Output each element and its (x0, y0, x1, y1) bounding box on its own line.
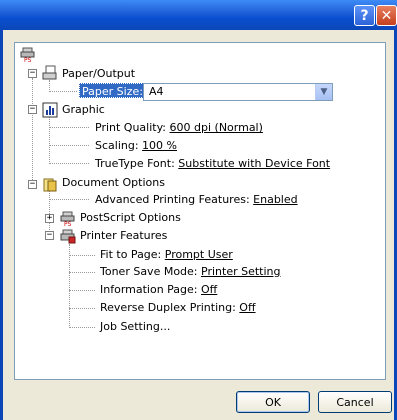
print-quality-label: Print Quality: (95, 121, 170, 134)
collapse-paper-output-toggle[interactable]: − (28, 69, 37, 78)
toner-save-item[interactable]: Toner Save Mode: Printer Setting (100, 264, 281, 280)
document-options-icon (42, 177, 58, 193)
paper-size-value: A4 (149, 85, 164, 98)
toner-save-label: Toner Save Mode: (100, 265, 202, 278)
fit-to-page-value[interactable]: Prompt User (165, 248, 233, 261)
information-page-label: Information Page: (100, 283, 202, 296)
print-quality-item[interactable]: Print Quality: 600 dpi (Normal) (95, 120, 263, 136)
expand-postscript-options-toggle[interactable]: + (45, 214, 54, 223)
tree-line-feat-h1 (69, 255, 95, 256)
printer-features-icon (60, 228, 76, 244)
paper-output-label[interactable]: Paper/Output (62, 66, 135, 82)
postscript-options-icon: PS (60, 210, 76, 228)
toner-save-value[interactable]: Printer Setting (201, 265, 280, 278)
reverse-duplex-item[interactable]: Reverse Duplex Printing: Off (100, 300, 256, 316)
advanced-printing-label: Advanced Printing Features: (95, 193, 254, 206)
tree-line-main (32, 78, 33, 184)
truetype-font-value[interactable]: Substitute with Device Font (178, 157, 330, 170)
tree-line-graphic-h1 (49, 127, 89, 128)
truetype-font-label: TrueType Font: (95, 157, 179, 170)
scaling-label: Scaling: (95, 139, 143, 152)
paper-size-dropdown[interactable]: A4 ▼ (143, 83, 333, 101)
postscript-printer-icon: PS (20, 46, 36, 64)
information-page-value[interactable]: Off (201, 283, 217, 296)
scaling-item[interactable]: Scaling: 100 % (95, 138, 177, 154)
tree-line-features (69, 244, 70, 328)
tree-line-graphic-h2 (49, 145, 89, 146)
tree-line-feat-h2 (69, 272, 95, 273)
tree-line-docopts-h (49, 199, 89, 200)
title-bar: ? ✕ (0, 0, 397, 30)
truetype-font-item[interactable]: TrueType Font: Substitute with Device Fo… (95, 156, 330, 172)
postscript-options-label[interactable]: PostScript Options (80, 210, 181, 226)
collapse-document-options-toggle[interactable]: − (28, 180, 37, 189)
svg-text:PS: PS (64, 221, 72, 226)
scaling-value[interactable]: 100 % (142, 139, 177, 152)
reverse-duplex-value[interactable]: Off (239, 301, 255, 314)
fit-to-page-item[interactable]: Fit to Page: Prompt User (100, 247, 233, 263)
printer-features-label[interactable]: Printer Features (80, 228, 167, 244)
help-button[interactable]: ? (354, 5, 375, 26)
collapse-printer-features-toggle[interactable]: − (45, 231, 54, 240)
close-button[interactable]: ✕ (376, 5, 397, 26)
tree-line-feat-h3 (69, 290, 95, 291)
paper-size-label[interactable]: Paper Size: (79, 83, 146, 98)
graphic-icon (42, 102, 58, 118)
tree-line-graphic-h3 (49, 163, 89, 164)
tree-line-feat-h5 (69, 327, 95, 328)
reverse-duplex-label: Reverse Duplex Printing: (100, 301, 240, 314)
tree-line-paper-h (49, 91, 77, 92)
cancel-button[interactable]: Cancel (318, 391, 392, 413)
window-frame-left (0, 30, 3, 420)
document-options-label[interactable]: Document Options (62, 175, 165, 191)
advanced-printing-item[interactable]: Advanced Printing Features: Enabled (95, 192, 298, 208)
chevron-down-icon[interactable]: ▼ (315, 84, 332, 100)
fit-to-page-label: Fit to Page: (100, 248, 165, 261)
graphic-label[interactable]: Graphic (62, 102, 105, 118)
advanced-printing-value[interactable]: Enabled (253, 193, 297, 206)
svg-text:PS: PS (24, 57, 32, 62)
collapse-graphic-toggle[interactable]: − (28, 105, 37, 114)
tree-line-feat-h4 (69, 308, 95, 309)
job-setting-item[interactable]: Job Setting... (100, 319, 170, 335)
ok-button[interactable]: OK (236, 391, 310, 413)
print-quality-value[interactable]: 600 dpi (Normal) (170, 121, 263, 134)
tree-line-graphic (49, 114, 50, 164)
paper-output-icon (42, 65, 58, 81)
information-page-item[interactable]: Information Page: Off (100, 282, 217, 298)
